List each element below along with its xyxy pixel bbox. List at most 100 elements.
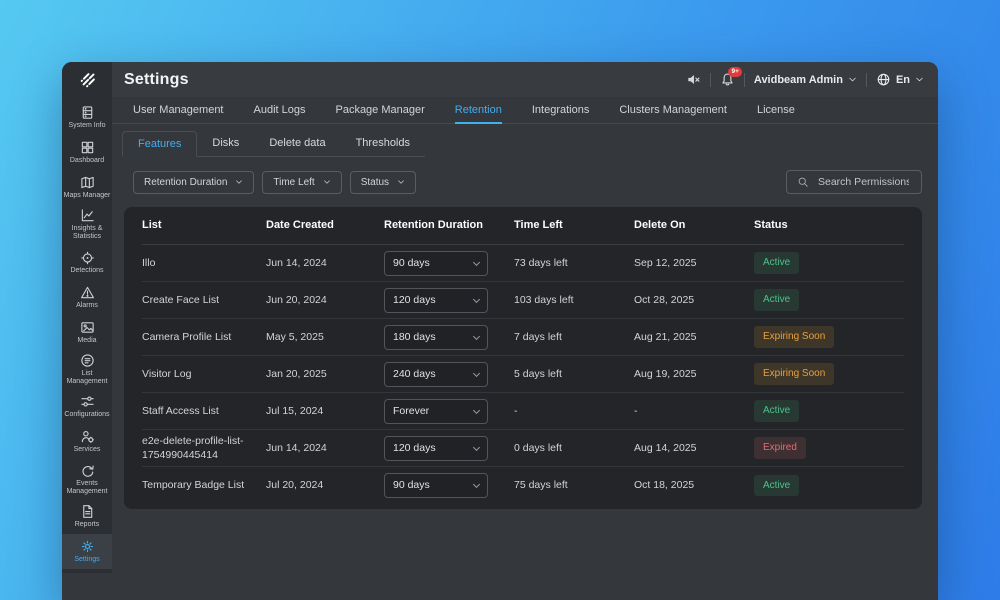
media-icon	[80, 320, 95, 335]
reports-icon	[80, 504, 95, 519]
selected-value: 240 days	[393, 367, 436, 381]
sidebar-nav: System Info Dashboard Maps Manager Insig…	[62, 100, 112, 569]
sidebar-item-label: Alarms	[76, 302, 98, 310]
chevron-down-icon	[473, 481, 480, 488]
content: FeaturesDisksDelete dataThresholds Reten…	[112, 124, 938, 600]
retention-duration-select[interactable]: 120 days	[384, 288, 488, 313]
sidebar-item-reports[interactable]: Reports	[62, 499, 112, 534]
cell-time-left: 75 days left	[514, 478, 634, 492]
retention-duration-select[interactable]: 180 days	[384, 325, 488, 350]
sidebar-item-label: List Management	[63, 370, 111, 387]
table-row: Camera Profile ListMay 5, 2025180 days7 …	[142, 319, 904, 356]
user-menu[interactable]: Avidbeam Admin	[754, 74, 857, 86]
tab-clusters-management[interactable]: Clusters Management	[619, 97, 727, 124]
sidebar-item-configurations[interactable]: Configurations	[62, 390, 112, 425]
cell-date-created: Jul 20, 2024	[266, 478, 384, 492]
sidebar-item-detections[interactable]: Detections	[62, 245, 112, 280]
subtab-disks[interactable]: Disks	[197, 131, 254, 156]
cell-list-name: Illo	[142, 256, 266, 270]
search-box[interactable]	[786, 170, 922, 194]
cell-list-name: Temporary Badge List	[142, 478, 266, 492]
sidebar-item-events-management[interactable]: Events Management	[62, 460, 112, 500]
subtab-features[interactable]: Features	[122, 131, 197, 157]
topbar: Settings 9+ Avidbeam Admin En	[112, 62, 938, 97]
filters: Retention Duration Time Left Status	[133, 171, 424, 194]
table-row: Temporary Badge ListJul 20, 2024 90 days 7…	[142, 467, 904, 504]
chevron-down-icon	[473, 258, 480, 265]
cell-delete-on: Aug 21, 2025	[634, 330, 754, 344]
status-badge: Expiring Soon	[754, 326, 834, 348]
selected-value: 120 days	[393, 441, 436, 455]
retention-duration-select[interactable]: 120 days	[384, 436, 488, 461]
cell-time-left: 7 days left	[514, 330, 634, 344]
cell-list-name: Camera Profile List	[142, 330, 266, 344]
cell-list-name: Staff Access List	[142, 404, 266, 418]
tab-package-manager[interactable]: Package Manager	[335, 97, 424, 124]
sidebar-item-label: Events Management	[63, 480, 111, 497]
app-logo[interactable]	[62, 62, 112, 100]
tab-license[interactable]: License	[757, 97, 795, 124]
status-badge: Active	[754, 400, 799, 422]
chevron-down-icon	[397, 178, 405, 186]
column-header-list: List	[142, 218, 266, 233]
column-header-delete-on: Delete On	[634, 218, 754, 233]
retention-duration-select[interactable]: 90 days	[384, 473, 488, 498]
chevron-down-icon	[848, 75, 857, 84]
filter-label: Status	[361, 177, 389, 188]
subtab-thresholds[interactable]: Thresholds	[341, 131, 425, 156]
filter-time-left[interactable]: Time Left	[262, 171, 341, 194]
events-management-icon	[80, 463, 95, 478]
configurations-icon	[80, 394, 95, 409]
avidbeam-logo-icon	[74, 68, 100, 94]
sidebar-item-label: Insights & Statistics	[63, 225, 111, 242]
status-badge: Active	[754, 289, 799, 311]
search-permissions-input[interactable]	[816, 175, 911, 189]
sidebar-item-settings[interactable]: Settings	[62, 534, 112, 569]
settings-icon	[80, 539, 95, 554]
sidebar-item-media[interactable]: Media	[62, 315, 112, 350]
selected-value: 120 days	[393, 293, 436, 307]
retention-duration-select[interactable]: 90 days	[384, 251, 488, 276]
tab-retention[interactable]: Retention	[455, 97, 502, 124]
selected-value: 90 days	[393, 478, 430, 492]
sidebar-item-alarms[interactable]: Alarms	[62, 280, 112, 315]
mute-icon[interactable]	[686, 72, 701, 87]
tab-audit-logs[interactable]: Audit Logs	[254, 97, 306, 124]
cell-date-created: Jan 20, 2025	[266, 367, 384, 381]
cell-delete-on: -	[634, 404, 754, 418]
language-menu[interactable]: En	[876, 72, 924, 87]
cell-date-created: Jun 20, 2024	[266, 293, 384, 307]
status-badge: Active	[754, 252, 799, 274]
subtab-delete-data[interactable]: Delete data	[254, 131, 340, 156]
retention-duration-select[interactable]: Forever	[384, 399, 488, 424]
tab-integrations[interactable]: Integrations	[532, 97, 589, 124]
retention-duration-select[interactable]: 240 days	[384, 362, 488, 387]
filter-retention-duration[interactable]: Retention Duration	[133, 171, 254, 194]
cell-list-name: e2e-delete-profile-list-1754990445414	[142, 434, 266, 462]
sidebar-item-services[interactable]: Services	[62, 425, 112, 460]
cell-time-left: 0 days left	[514, 441, 634, 455]
notifications-button[interactable]: 9+	[720, 72, 735, 87]
settings-tabs: User Management Audit Logs Package Manager…	[112, 97, 938, 124]
app-window: System Info Dashboard Maps Manager Insig…	[62, 62, 938, 600]
table-row: IlloJun 14, 202490 days73 days leftSep 1…	[142, 245, 904, 282]
tab-user-management[interactable]: User Management	[133, 97, 224, 124]
cell-delete-on: Sep 12, 2025	[634, 256, 754, 270]
status-badge: Expiring Soon	[754, 363, 834, 385]
table-body: IlloJun 14, 202490 days73 days leftSep 1…	[142, 245, 904, 504]
cell-delete-on: Oct 18, 2025	[634, 478, 754, 492]
status-badge: Active	[754, 475, 799, 497]
dashboard-icon	[80, 140, 95, 155]
sidebar-item-list-management[interactable]: List Management	[62, 350, 112, 390]
sidebar-item-system-info[interactable]: System Info	[62, 100, 112, 135]
sidebar-item-dashboard[interactable]: Dashboard	[62, 135, 112, 170]
sidebar-item-insights-statistics[interactable]: Insights & Statistics	[62, 205, 112, 245]
language-label: En	[896, 74, 910, 86]
chevron-down-icon	[473, 332, 480, 339]
selected-value: 180 days	[393, 330, 436, 344]
sidebar-item-maps-manager[interactable]: Maps Manager	[62, 170, 112, 205]
notification-badge: 9+	[728, 67, 741, 77]
list-management-icon	[80, 353, 95, 368]
chevron-down-icon	[473, 369, 480, 376]
filter-status[interactable]: Status	[350, 171, 416, 194]
